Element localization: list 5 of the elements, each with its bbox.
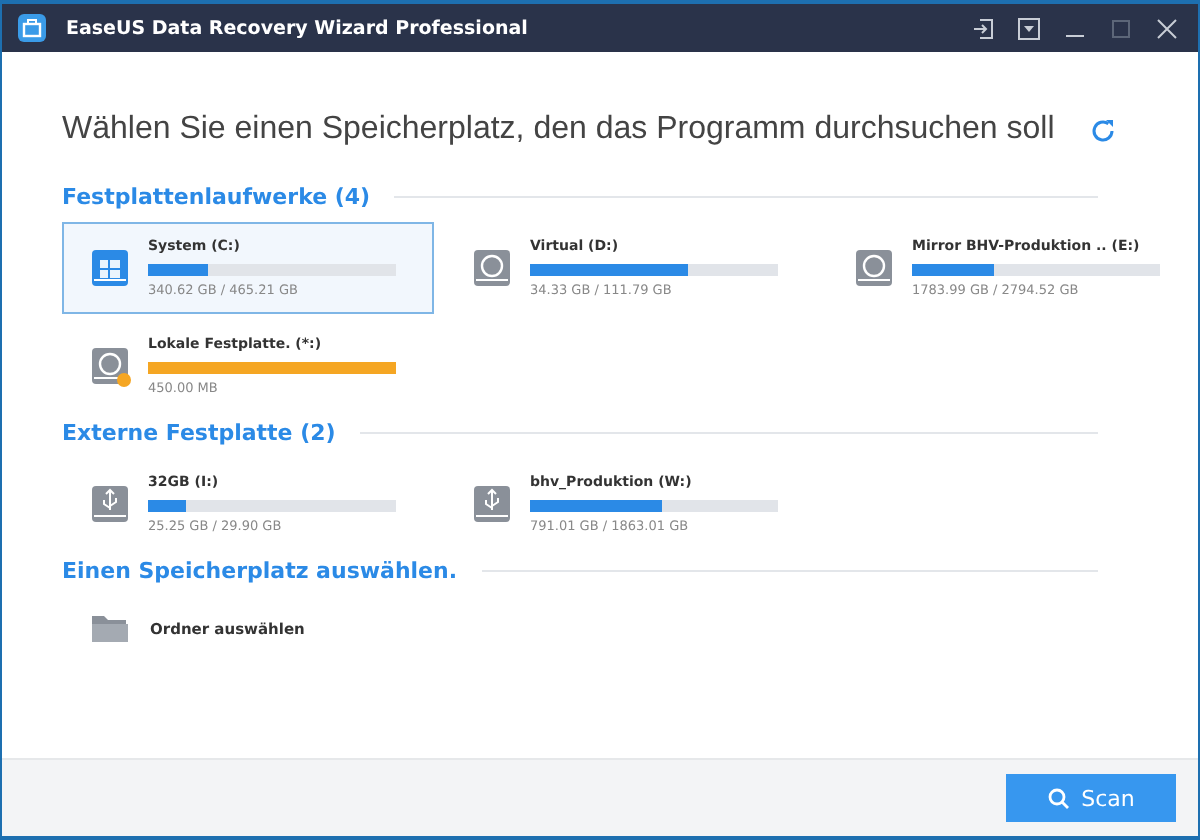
section-title: Externe Festplatte (2) xyxy=(62,420,336,446)
page-heading: Wählen Sie einen Speicherplatz, den das Programm durchsuchen soll xyxy=(62,112,1055,148)
window-title: EaseUS Data Recovery Wizard Professional xyxy=(66,17,530,39)
section-title: Festplattenlaufwerke (4) xyxy=(62,184,371,210)
section-title: Einen Speicherplatz auswählen. xyxy=(62,558,458,584)
